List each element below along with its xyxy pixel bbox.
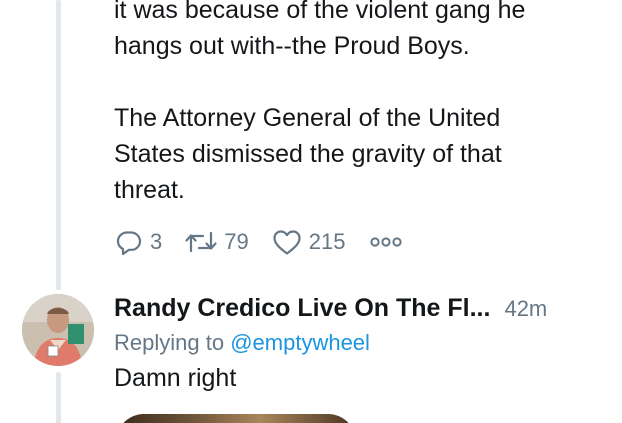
replying-to: Replying to @emptywheel bbox=[114, 330, 370, 356]
reply-text: Damn right bbox=[114, 364, 237, 392]
thread-connector-line bbox=[56, 0, 61, 290]
like-icon bbox=[271, 227, 303, 257]
retweet-button[interactable]: 79 bbox=[184, 227, 249, 257]
tweet-paragraph-2: The Attorney General of the United State… bbox=[114, 104, 502, 204]
reply-button[interactable]: 3 bbox=[114, 227, 162, 257]
reply-count: 3 bbox=[150, 229, 163, 254]
like-count: 215 bbox=[308, 229, 346, 254]
replying-to-handle[interactable]: @emptywheel bbox=[230, 330, 370, 355]
more-button[interactable] bbox=[369, 229, 403, 255]
timestamp[interactable]: 42m bbox=[504, 296, 547, 322]
tweet-text: it was because of the violent gang he ha… bbox=[114, 0, 614, 208]
retweet-icon bbox=[184, 227, 218, 257]
tweet-thread: it was because of the violent gang he ha… bbox=[0, 0, 622, 423]
more-icon bbox=[369, 229, 403, 255]
thread-connector-line-lower bbox=[56, 372, 61, 423]
tweet-action-bar: 3 79 215 bbox=[114, 222, 403, 262]
like-button[interactable]: 215 bbox=[271, 227, 346, 257]
reply-icon bbox=[114, 227, 144, 257]
avatar[interactable] bbox=[22, 294, 94, 366]
author-name[interactable]: Randy Credico Live On The Fl... bbox=[114, 294, 490, 323]
media-preview[interactable] bbox=[116, 414, 356, 423]
retweet-count: 79 bbox=[224, 229, 249, 254]
replying-to-label: Replying to bbox=[114, 330, 225, 355]
tweet-paragraph-1: it was because of the violent gang he ha… bbox=[114, 0, 526, 60]
reply-header: Randy Credico Live On The Fl... 42m bbox=[114, 294, 614, 328]
